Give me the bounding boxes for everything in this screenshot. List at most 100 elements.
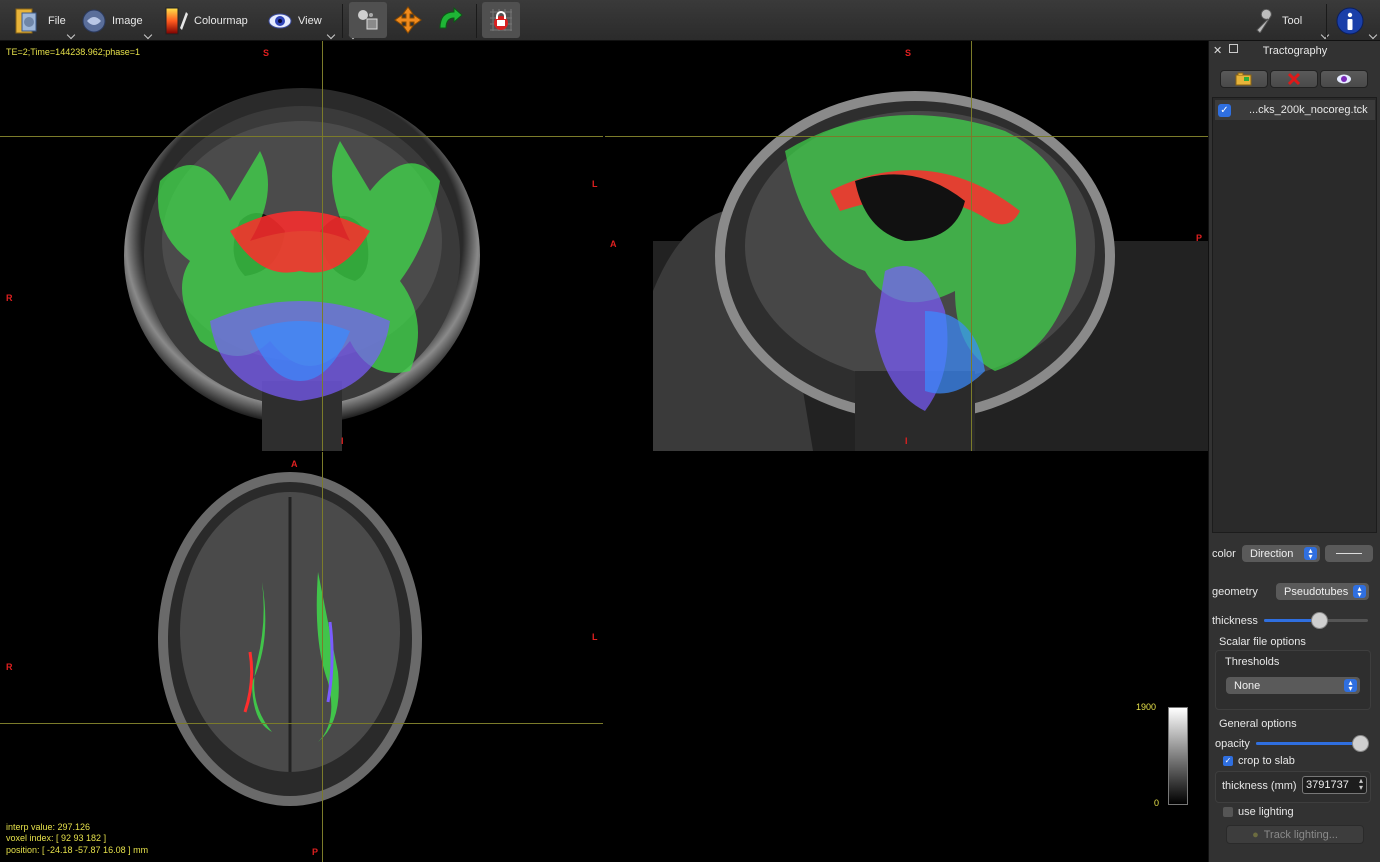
crosshair-horizontal [0, 136, 603, 137]
open-tracks-button[interactable] [1220, 70, 1268, 88]
colorbar-min: 0 [1154, 798, 1160, 808]
wrench-icon [1256, 9, 1272, 33]
general-group-title: General options [1219, 718, 1297, 730]
track-lighting-label: Track lighting... [1263, 828, 1338, 841]
image-header-info: TE=2;Time=144238.962;phase=1 [6, 47, 141, 57]
cursor-position: position: [ -24.18 -57.87 16.08 ] mm [6, 844, 149, 855]
opacity-label: opacity [1215, 738, 1250, 750]
colorbar [1168, 707, 1188, 805]
thresholds-select-value: None [1234, 679, 1261, 692]
coronal-brain-image [124, 88, 480, 451]
lock-icon [490, 9, 512, 31]
dock-title: Tractography [1262, 45, 1328, 57]
orientation-label-right: L [592, 179, 598, 189]
orientation-label-right: L [592, 632, 598, 642]
crosshair-vertical [322, 41, 323, 451]
track-checkbox[interactable]: ✓ [1218, 103, 1231, 117]
updown-arrows-icon: ▴ ▾ [1353, 585, 1366, 599]
color-swatch-button[interactable] [1325, 545, 1373, 562]
move-tool[interactable] [389, 2, 427, 38]
view-menu-label: View [298, 15, 322, 27]
updown-arrows-icon: ▴ ▾ [1304, 547, 1317, 561]
chevron-down-icon [1368, 30, 1378, 40]
spin-arrows-icon[interactable]: ▴ ▾ [1359, 777, 1363, 792]
orientation-label-left: R [6, 293, 13, 303]
orientation-label-top: S [905, 48, 912, 58]
toolbar-separator [342, 4, 343, 38]
voxel-index: voxel index: [ 92 93 182 ] [6, 833, 107, 843]
chevron-down-icon [66, 30, 75, 40]
brain-image-icon [82, 9, 106, 33]
tool-menu[interactable]: Tool [1254, 4, 1330, 40]
slab-thickness-spinbox[interactable]: 3791737 ▴ ▾ [1302, 776, 1367, 794]
axial-view[interactable]: A R L P [0, 452, 603, 862]
lighting-label: use lighting [1238, 806, 1294, 818]
color-select-value: Direction [1250, 547, 1294, 560]
crop-checkbox-mark: ✓ [1223, 756, 1233, 766]
file-menu[interactable]: File [14, 4, 75, 40]
lock-tool[interactable] [482, 2, 520, 38]
orientation-label-bottom: P [312, 847, 319, 857]
crosshair-vertical [322, 452, 323, 862]
orientation-label-top: A [291, 459, 298, 469]
sagittal-brain-image [653, 91, 1208, 451]
close-tracks-button[interactable] [1270, 70, 1318, 88]
info-icon [1336, 7, 1364, 35]
updown-arrows-icon: ▴ ▾ [1344, 679, 1357, 693]
close-icon [1287, 72, 1301, 86]
thickness-slider[interactable] [1264, 612, 1368, 629]
slab-thickness-label: thickness (mm) [1222, 780, 1297, 792]
pan-zoom-tool[interactable] [349, 2, 387, 38]
colourmap-icon [165, 7, 188, 35]
interp-value: interp value: 297.126 [6, 821, 91, 832]
crop-to-slab-checkbox[interactable]: ✓ crop to slab [1223, 755, 1295, 767]
tool-menu-label: Tool [1282, 15, 1303, 27]
orientation-label-left: R [6, 662, 13, 672]
image-viewer[interactable]: S R L I TE=2;Time=144238.962;phase=1 S A… [0, 41, 1208, 862]
track-list[interactable]: ✓ ...cks_200k_nocoreg.tck [1212, 97, 1377, 533]
folder-icon [15, 8, 37, 34]
toggle-visibility-button[interactable] [1320, 70, 1368, 88]
color-select[interactable]: Direction ▴ ▾ [1242, 545, 1320, 562]
orientation-label-right: P [1196, 233, 1203, 243]
colorbar-max: 1900 [1136, 702, 1157, 712]
tractography-dock: ✕ Tractography ✓ ...cks_200k_nocoreg.tck… [1208, 41, 1380, 862]
thresholds-select[interactable]: None ▴ ▾ [1226, 677, 1360, 694]
image-menu-label: Image [112, 15, 143, 27]
eye-icon [268, 13, 292, 29]
image-menu[interactable]: Image [82, 4, 152, 40]
thresholds-group: Thresholds None ▴ ▾ [1215, 650, 1371, 710]
geometry-select-value: Pseudotubes [1284, 585, 1349, 598]
view-menu[interactable]: View [268, 4, 357, 40]
thresholds-title: Thresholds [1225, 656, 1280, 668]
crosshair-horizontal [0, 723, 603, 724]
list-item[interactable]: ✓ ...cks_200k_nocoreg.tck [1215, 100, 1375, 120]
colourmap-menu-label: Colourmap [194, 15, 248, 27]
orientation-label-top: S [263, 48, 270, 58]
colourmap-menu[interactable]: Colourmap [164, 4, 336, 40]
track-file-name: ...cks_200k_nocoreg.tck [1249, 104, 1368, 116]
line-icon [1336, 553, 1362, 554]
rotate-tool[interactable] [431, 2, 469, 38]
orientation-label-left: A [610, 239, 617, 249]
use-lighting-checkbox[interactable]: use lighting [1223, 806, 1294, 818]
geometry-select[interactable]: Pseudotubes ▴ ▾ [1276, 583, 1369, 600]
thickness-label: thickness [1212, 615, 1258, 627]
move-icon [394, 6, 422, 34]
coronal-view[interactable]: S R L I TE=2;Time=144238.962;phase=1 [0, 41, 603, 451]
track-lighting-button[interactable]: ● Track lighting... [1226, 825, 1364, 844]
lightbulb-icon: ● [1252, 828, 1259, 841]
opacity-slider[interactable] [1256, 735, 1369, 752]
toolbar-separator [476, 4, 477, 38]
info-button[interactable] [1336, 4, 1378, 40]
pan-zoom-icon [358, 10, 378, 30]
crosshair-vertical [971, 41, 972, 451]
opacity-slider-handle[interactable] [1352, 735, 1369, 752]
thickness-slider-handle[interactable] [1311, 612, 1328, 629]
crosshair-horizontal [605, 136, 1208, 137]
axial-brain-image [158, 472, 422, 806]
chevron-down-icon [143, 30, 152, 40]
sagittal-view[interactable]: S A P I [605, 41, 1208, 451]
slab-thickness-value: 3791737 [1306, 779, 1349, 791]
crop-label: crop to slab [1238, 755, 1295, 767]
